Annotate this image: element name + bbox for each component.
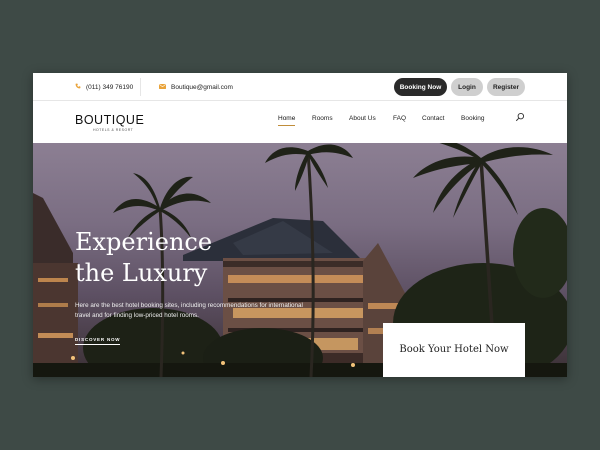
brand-logo[interactable]: BOUTIQUE HOTELS & RESORT xyxy=(75,113,144,132)
booking-now-button[interactable]: Booking Now xyxy=(394,78,447,96)
email-contact[interactable]: Boutique@gmail.com xyxy=(159,73,233,101)
register-button[interactable]: Register xyxy=(487,78,525,96)
login-button[interactable]: Login xyxy=(451,78,483,96)
phone-icon xyxy=(75,83,81,91)
hero-section: Experience the Luxury Here are the best … xyxy=(33,143,567,377)
hero-description: Here are the best hotel booking sites, i… xyxy=(75,302,303,319)
divider xyxy=(140,78,141,96)
hero-title: Experience the Luxury xyxy=(75,227,295,289)
email-address: Boutique@gmail.com xyxy=(171,83,233,91)
book-your-hotel-box[interactable]: Book Your Hotel Now xyxy=(383,323,525,377)
nav-about-us[interactable]: About Us xyxy=(349,115,376,122)
phone-number: (011) 349 76190 xyxy=(86,83,134,91)
hero-title-line1: Experience xyxy=(75,228,213,256)
nav-faq[interactable]: FAQ xyxy=(393,115,406,122)
phone-contact[interactable]: (011) 349 76190 xyxy=(75,73,133,101)
nav-rooms[interactable]: Rooms xyxy=(312,115,333,122)
main-navbar: BOUTIQUE HOTELS & RESORT Home Rooms Abou… xyxy=(33,101,567,143)
nav-booking[interactable]: Booking xyxy=(461,115,485,122)
hero-title-line2: the Luxury xyxy=(75,259,208,287)
brand-tagline: HOTELS & RESORT xyxy=(93,128,134,132)
top-bar: (011) 349 76190 Boutique@gmail.com Booki… xyxy=(33,73,567,101)
website-frame: (011) 349 76190 Boutique@gmail.com Booki… xyxy=(33,73,567,377)
nav-contact[interactable]: Contact xyxy=(422,115,444,122)
nav-home[interactable]: Home xyxy=(278,115,296,126)
discover-now-link[interactable]: DISCOVER NOW xyxy=(75,337,121,345)
search-icon[interactable] xyxy=(515,109,527,122)
mail-icon xyxy=(159,83,166,91)
brand-name: BOUTIQUE xyxy=(75,113,145,127)
